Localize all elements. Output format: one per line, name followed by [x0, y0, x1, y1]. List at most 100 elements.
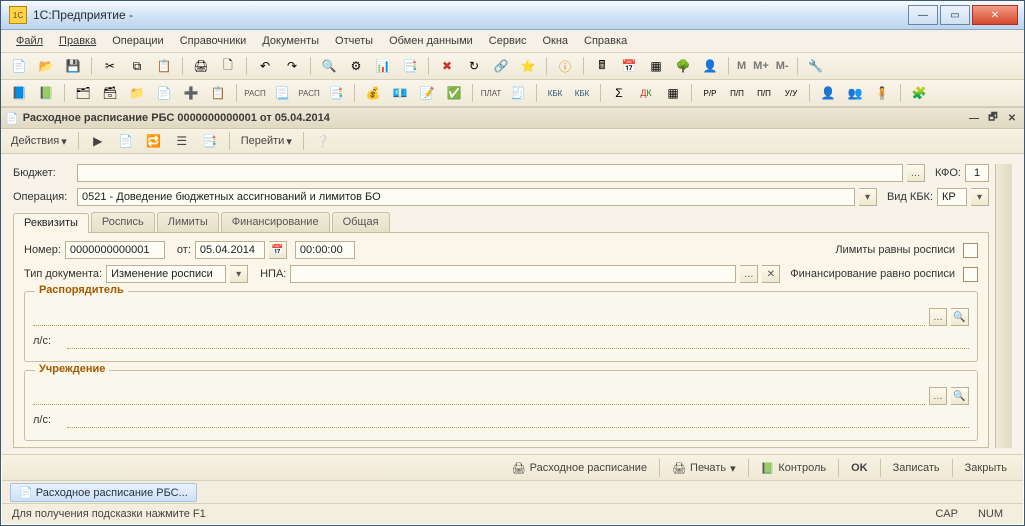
actions-dropdown[interactable]: Действия ▾: [7, 133, 71, 150]
tb2-1-icon[interactable]: 📘: [7, 82, 31, 104]
ab-reg-icon[interactable]: 📑: [198, 130, 222, 152]
tb2-pp1-icon[interactable]: P/P: [698, 82, 722, 104]
npa-lookup-button[interactable]: …: [740, 265, 758, 283]
operation-dropdown-button[interactable]: ▾: [859, 188, 877, 206]
tb2-8-icon[interactable]: 📑: [324, 82, 348, 104]
tb2-plat-icon[interactable]: ПЛАТ: [479, 82, 503, 104]
limits-eq-checkbox[interactable]: [963, 243, 978, 258]
tb2-15-icon[interactable]: 🧩: [907, 82, 931, 104]
uchr-search-button[interactable]: 🔍: [951, 387, 969, 405]
tb2-14-icon[interactable]: ▦: [661, 82, 685, 104]
menu-reports[interactable]: Отчеты: [328, 33, 380, 49]
date-picker-button[interactable]: 📅: [269, 241, 287, 259]
redo-icon[interactable]: ↷: [280, 55, 304, 77]
menu-service[interactable]: Сервис: [482, 33, 534, 49]
calc-icon[interactable]: 🖩: [590, 55, 614, 77]
ok-button[interactable]: OK: [845, 460, 874, 476]
tab-limits[interactable]: Лимиты: [157, 212, 219, 232]
tb2-user1-icon[interactable]: 👤: [816, 82, 840, 104]
tab-rospis[interactable]: Роспись: [91, 212, 155, 232]
kfo-input[interactable]: 1: [965, 164, 989, 182]
ab-list-icon[interactable]: ☰: [170, 130, 194, 152]
find-icon[interactable]: 🔍: [317, 55, 341, 77]
menu-windows[interactable]: Окна: [535, 33, 575, 49]
operation-input[interactable]: 0521 - Доведение бюджетных ассигнований …: [77, 188, 855, 206]
doctype-input[interactable]: Изменение росписи: [106, 265, 226, 283]
rasp-main-input[interactable]: [33, 309, 925, 326]
print-button[interactable]: 🖨Печать ▾: [666, 460, 742, 477]
user-icon[interactable]: 👤: [698, 55, 722, 77]
grid-icon[interactable]: ▦: [644, 55, 668, 77]
save-button[interactable]: Записать: [887, 460, 946, 476]
paste-icon[interactable]: 📋: [152, 55, 176, 77]
tab-general[interactable]: Общая: [332, 212, 390, 232]
rasp-lookup-button[interactable]: …: [929, 308, 947, 326]
undo-icon[interactable]: ↶: [253, 55, 277, 77]
budget-lookup-button[interactable]: …: [907, 164, 925, 182]
print-icon[interactable]: 🖨: [189, 55, 213, 77]
tb2-rasp2-icon[interactable]: 📃: [270, 82, 294, 104]
menu-operations[interactable]: Операции: [105, 33, 170, 49]
tab-funding[interactable]: Финансирование: [221, 212, 330, 232]
doctype-dropdown-button[interactable]: ▾: [230, 265, 248, 283]
tool2-icon[interactable]: 📊: [371, 55, 395, 77]
menu-docs[interactable]: Документы: [255, 33, 326, 49]
save-icon[interactable]: 💾: [61, 55, 85, 77]
tb2-4-icon[interactable]: 🗃: [98, 82, 122, 104]
cut-icon[interactable]: ✂: [98, 55, 122, 77]
new-icon[interactable]: 📄: [7, 55, 31, 77]
ab-post-icon[interactable]: ▶: [86, 130, 110, 152]
sub-close-button[interactable]: ✕: [1004, 111, 1020, 125]
control-button[interactable]: 📗Контроль: [755, 460, 832, 477]
vertical-scrollbar[interactable]: [995, 164, 1012, 448]
vidkbk-dropdown-button[interactable]: ▾: [971, 188, 989, 206]
copy-icon[interactable]: ⧉: [125, 55, 149, 77]
tb2-7-icon[interactable]: 📋: [206, 82, 230, 104]
tb2-yy-icon[interactable]: У/У: [779, 82, 803, 104]
uchr-main-input[interactable]: [33, 388, 925, 405]
ab-doc-icon[interactable]: 📄: [114, 130, 138, 152]
help-icon[interactable]: ⓘ: [553, 55, 577, 77]
tool-icon[interactable]: ⚙: [344, 55, 368, 77]
link-icon[interactable]: 🔗: [489, 55, 513, 77]
tb2-rasp1-icon[interactable]: РАСП: [243, 82, 267, 104]
tb2-kbk2-icon[interactable]: КБК: [570, 82, 594, 104]
npa-input[interactable]: [290, 265, 736, 283]
tb2-13-icon[interactable]: 🧾: [506, 82, 530, 104]
task-item[interactable]: 📄 Расходное расписание РБС...: [10, 483, 197, 502]
tb2-user3-icon[interactable]: 🧍: [870, 82, 894, 104]
tb2-user2-icon[interactable]: 👥: [843, 82, 867, 104]
stop-icon[interactable]: ✖: [435, 55, 459, 77]
menu-file[interactable]: Файл: [9, 33, 50, 49]
tb2-rasp3-icon[interactable]: РАСП: [297, 82, 321, 104]
tb2-kbk1-icon[interactable]: КБК: [543, 82, 567, 104]
close-form-button[interactable]: Закрыть: [959, 460, 1013, 476]
menu-exchange[interactable]: Обмен данными: [382, 33, 480, 49]
close-button[interactable]: ✕: [972, 5, 1018, 25]
tb2-10-icon[interactable]: 💶: [388, 82, 412, 104]
goto-dropdown[interactable]: Перейти ▾: [237, 133, 296, 150]
sub-minimize-button[interactable]: —: [966, 111, 982, 125]
tb2-sigma-icon[interactable]: Σ: [607, 82, 631, 104]
tree-icon[interactable]: 🌳: [671, 55, 695, 77]
sub-restore-button[interactable]: 🗗: [985, 111, 1001, 125]
calendar-icon[interactable]: 📅: [617, 55, 641, 77]
minimize-button[interactable]: —: [908, 5, 938, 25]
open-icon[interactable]: 📂: [34, 55, 58, 77]
vidkbk-input[interactable]: КР: [937, 188, 967, 206]
uchr-lookup-button[interactable]: …: [929, 387, 947, 405]
wrench-icon[interactable]: 🔧: [804, 55, 828, 77]
tb2-pp2-icon[interactable]: П/П: [725, 82, 749, 104]
tb2-9-icon[interactable]: 💰: [361, 82, 385, 104]
tb2-5-icon[interactable]: 📁: [125, 82, 149, 104]
time-input[interactable]: 00:00:00: [295, 241, 355, 259]
date-input[interactable]: 05.04.2014: [195, 241, 265, 259]
preview-icon[interactable]: 🗋: [216, 55, 240, 77]
refresh-icon[interactable]: ↻: [462, 55, 486, 77]
rasp-search-button[interactable]: 🔍: [951, 308, 969, 326]
tool3-icon[interactable]: 📑: [398, 55, 422, 77]
tb2-dk-icon[interactable]: ДК: [634, 82, 658, 104]
tb2-3-icon[interactable]: 🗂: [71, 82, 95, 104]
tb2-6-icon[interactable]: 📄: [152, 82, 176, 104]
tb2-add-icon[interactable]: ➕: [179, 82, 203, 104]
